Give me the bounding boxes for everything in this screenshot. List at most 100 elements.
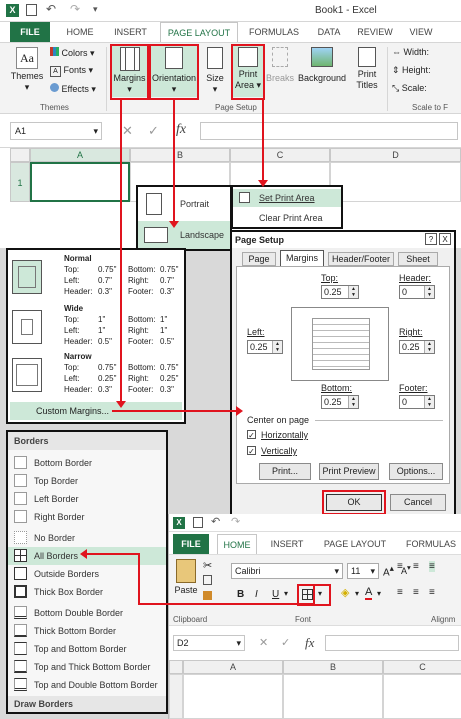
column-header-b[interactable]: B — [283, 660, 383, 674]
align-middle-icon[interactable]: ≡ — [413, 561, 419, 572]
select-all-corner[interactable] — [169, 660, 183, 674]
cancel-button[interactable]: Cancel — [390, 494, 446, 511]
font-color-dropdown-icon[interactable]: ▾ — [377, 589, 381, 598]
print-titles-button[interactable]: Print Titles — [352, 45, 382, 97]
redo-icon[interactable]: ↷ — [231, 515, 240, 528]
help-button[interactable]: ? — [425, 233, 437, 245]
themes-button[interactable]: Aa Themes ▾ — [10, 47, 44, 97]
align-center-icon[interactable]: ≡ — [413, 587, 419, 598]
effects-button[interactable]: Effects ▾ — [50, 83, 102, 96]
save-icon[interactable] — [26, 4, 37, 16]
size-button[interactable]: Size ▾ — [202, 45, 228, 97]
breaks-button[interactable]: Breaks — [266, 45, 294, 97]
background-button[interactable]: Background — [297, 45, 347, 97]
column-header-c[interactable]: C — [383, 660, 461, 674]
column-header-d[interactable]: D — [330, 148, 461, 162]
increase-font-icon[interactable]: A▴ — [383, 563, 394, 578]
orientation-portrait[interactable]: Portrait — [138, 189, 230, 219]
paste-button[interactable]: Paste — [173, 559, 199, 603]
quick-access-dropdown-icon[interactable]: ▾ — [93, 4, 98, 15]
print-button[interactable]: Print... — [259, 463, 311, 480]
insert-function-icon[interactable]: fx — [176, 122, 186, 138]
options-button[interactable]: Options... — [389, 463, 443, 480]
confirm-entry-icon[interactable]: ✓ — [148, 123, 159, 139]
font-size-select[interactable]: 11 ▾ — [347, 563, 379, 579]
column-header-a[interactable]: A — [30, 148, 130, 162]
name-box[interactable]: A1 ▾ — [10, 122, 102, 140]
column-header-b[interactable]: B — [130, 148, 230, 162]
width-control[interactable]: ⇔ Width: — [392, 47, 458, 58]
set-print-area-item[interactable]: Set Print Area — [233, 189, 341, 207]
font-color-icon[interactable]: A — [365, 586, 373, 600]
border-item-left[interactable]: Left Border — [8, 490, 166, 508]
tab-formulas[interactable]: FORMULAS — [401, 534, 461, 554]
underline-button[interactable]: U — [272, 589, 279, 600]
undo-icon[interactable]: ↶ — [211, 515, 220, 528]
tab-view[interactable]: VIEW — [404, 22, 438, 42]
left-margin-input[interactable]: 0.25 ▲ ▼ — [247, 340, 283, 354]
cell[interactable] — [283, 674, 383, 719]
align-top-icon[interactable]: ≡ — [397, 561, 403, 572]
tab-file[interactable]: FILE — [10, 22, 50, 42]
border-item-right[interactable]: Right Border — [8, 508, 166, 526]
save-icon[interactable] — [193, 517, 203, 528]
column-header-a[interactable]: A — [183, 660, 283, 674]
formula-input[interactable] — [200, 122, 458, 140]
italic-button[interactable]: I — [255, 589, 258, 600]
bottom-margin-input[interactable]: 0.25 ▲ ▼ — [321, 395, 359, 409]
fill-color-dropdown-icon[interactable]: ▾ — [355, 589, 359, 598]
colors-button[interactable]: Colors ▾ — [50, 47, 102, 60]
row-header-1[interactable]: 1 — [10, 162, 30, 202]
horizontally-checkbox[interactable]: ✓ Horizontally — [247, 429, 347, 441]
tab-insert[interactable]: INSERT — [108, 22, 153, 42]
cell[interactable] — [330, 162, 461, 202]
dialog-tab-sheet[interactable]: Sheet — [398, 252, 438, 266]
border-item-top[interactable]: Top Border — [8, 472, 166, 490]
confirm-entry-icon[interactable]: ✓ — [281, 636, 290, 649]
tab-page-layout[interactable]: PAGE LAYOUT — [319, 534, 391, 554]
border-item-top-double-bottom[interactable]: Top and Double Bottom Border — [8, 676, 166, 694]
border-item-all[interactable]: All Borders — [8, 547, 166, 565]
align-left-icon[interactable]: ≡ — [397, 587, 403, 598]
height-control[interactable]: ⇕ Height: — [392, 65, 458, 76]
print-preview-button[interactable]: Print Preview — [319, 463, 379, 480]
border-item-thick-bottom[interactable]: Thick Bottom Border — [8, 622, 166, 640]
copy-icon[interactable] — [203, 575, 212, 585]
tab-formulas[interactable]: FORMULAS — [244, 22, 304, 42]
column-header-c[interactable]: C — [230, 148, 330, 162]
right-margin-input[interactable]: 0.25 ▲ ▼ — [399, 340, 435, 354]
name-box[interactable]: D2 ▾ — [173, 635, 245, 651]
cancel-entry-icon[interactable]: ✕ — [122, 123, 133, 139]
orientation-landscape[interactable]: Landscape — [138, 221, 230, 249]
border-item-top-thick-bottom[interactable]: Top and Thick Bottom Border — [8, 658, 166, 676]
select-all-corner[interactable] — [10, 148, 30, 162]
border-item-outside[interactable]: Outside Borders — [8, 565, 166, 583]
cell-a1[interactable] — [30, 162, 130, 202]
tab-review[interactable]: REVIEW — [354, 22, 396, 42]
close-dialog-button[interactable]: X — [439, 233, 451, 245]
border-item-thick-box[interactable]: Thick Box Border — [8, 583, 166, 601]
dialog-tab-header-footer[interactable]: Header/Footer — [328, 252, 394, 266]
bold-button[interactable]: B — [237, 589, 244, 600]
row-header[interactable] — [169, 674, 183, 719]
vertically-checkbox[interactable]: ✓ Vertically — [247, 445, 347, 457]
align-right-icon[interactable]: ≡ — [429, 587, 435, 598]
tab-home[interactable]: HOME — [217, 534, 257, 555]
cut-icon[interactable]: ✂ — [203, 559, 212, 572]
dialog-tab-margins[interactable]: Margins — [280, 250, 324, 266]
tab-insert[interactable]: INSERT — [265, 534, 309, 554]
tab-data[interactable]: DATA — [312, 22, 346, 42]
tab-page-layout[interactable]: PAGE LAYOUT — [160, 22, 238, 43]
border-item-none[interactable]: No Border — [8, 529, 166, 547]
margins-preset-wide[interactable]: Wide Top: 1" Bottom: 1" Left: 1" Right: 1" H… — [8, 302, 184, 350]
cancel-entry-icon[interactable]: ✕ — [259, 636, 268, 649]
border-item-top-bottom[interactable]: Top and Bottom Border — [8, 640, 166, 658]
cell[interactable] — [383, 674, 461, 719]
margins-preset-narrow[interactable]: Narrow Top: 0.75" Bottom: 0.75" Left: 0.25"… — [8, 350, 184, 398]
margins-preset-normal[interactable]: Normal Top: 0.75" Bottom: 0.75" Left: 0.7" … — [8, 250, 184, 302]
underline-dropdown-icon[interactable]: ▾ — [284, 589, 288, 598]
formula-input[interactable] — [325, 635, 459, 651]
cell[interactable] — [183, 674, 283, 719]
clear-print-area-item[interactable]: Clear Print Area — [233, 209, 341, 227]
align-bottom-icon[interactable]: ≡ — [429, 561, 435, 572]
